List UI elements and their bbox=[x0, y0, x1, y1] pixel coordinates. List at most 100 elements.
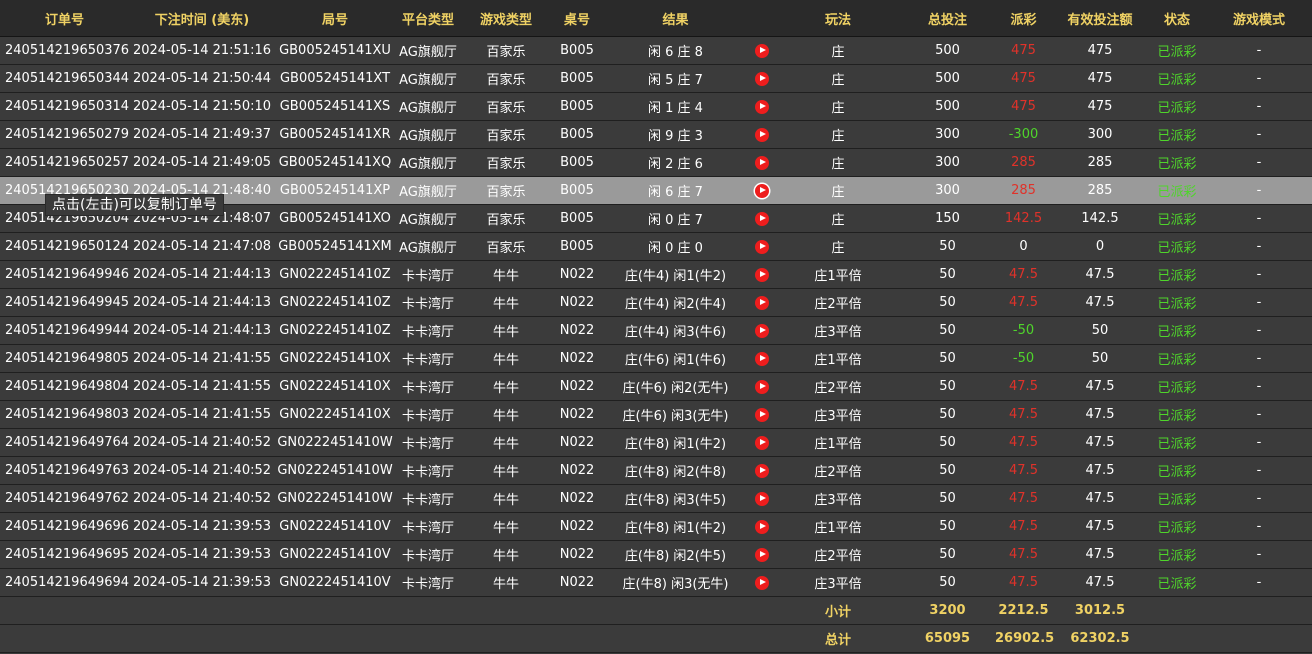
table-row[interactable]: 240514219650344 2024-05-14 21:50:44 GB0052… bbox=[0, 64, 1312, 93]
table-no-cell: N022 bbox=[551, 568, 603, 597]
table-row[interactable]: 240514219649944 2024-05-14 21:44:13 GN0222… bbox=[0, 316, 1312, 345]
order-no-cell[interactable]: 240514219649803 bbox=[0, 400, 129, 429]
play-replay-icon[interactable] bbox=[755, 239, 769, 254]
play-replay-icon[interactable] bbox=[755, 351, 769, 366]
table-row[interactable]: 240514219649804 2024-05-14 21:41:55 GN0222… bbox=[0, 372, 1312, 401]
replay-cell bbox=[748, 484, 776, 513]
table-row[interactable]: 240514219649805 2024-05-14 21:41:55 GN0222… bbox=[0, 344, 1312, 373]
play-replay-icon[interactable] bbox=[755, 183, 769, 198]
result-cell: 闲 6 庄 8 bbox=[603, 36, 748, 65]
order-no-cell[interactable]: 240514219649762 bbox=[0, 484, 129, 513]
play-replay-icon[interactable] bbox=[755, 519, 769, 534]
order-no-cell[interactable]: 240514219650279 bbox=[0, 120, 129, 149]
order-no-cell[interactable]: 240514219650124 bbox=[0, 232, 129, 261]
replay-cell bbox=[748, 344, 776, 373]
play-replay-icon[interactable] bbox=[755, 407, 769, 422]
play-replay-icon[interactable] bbox=[755, 463, 769, 478]
result-cell: 庄(牛8) 闲2(牛5) bbox=[603, 540, 748, 569]
order-no-cell[interactable]: 240514219649695 bbox=[0, 540, 129, 569]
table-row[interactable]: 240514219650314 2024-05-14 21:50:10 GB0052… bbox=[0, 92, 1312, 121]
game-mode-cell: - bbox=[1206, 36, 1312, 65]
bet-time-cell: 2024-05-14 21:40:52 bbox=[129, 484, 275, 513]
table-row[interactable]: 240514219649762 2024-05-14 21:40:52 GN0222… bbox=[0, 484, 1312, 513]
play-replay-icon[interactable] bbox=[755, 575, 769, 590]
game-mode-cell: - bbox=[1206, 288, 1312, 317]
order-no-cell[interactable]: 240514219649945 bbox=[0, 288, 129, 317]
platform-cell: 卡卡湾厅 bbox=[395, 344, 461, 373]
table-row[interactable]: 240514219649803 2024-05-14 21:41:55 GN0222… bbox=[0, 400, 1312, 429]
play-replay-icon[interactable] bbox=[755, 379, 769, 394]
play-replay-icon[interactable] bbox=[755, 43, 769, 58]
table-row[interactable]: 240514219649945 2024-05-14 21:44:13 GN0222… bbox=[0, 288, 1312, 317]
order-no-cell[interactable]: 240514219649804 bbox=[0, 372, 129, 401]
platform-cell: 卡卡湾厅 bbox=[395, 260, 461, 289]
game-mode-cell: - bbox=[1206, 260, 1312, 289]
order-no-cell[interactable]: 240514219650344 bbox=[0, 64, 129, 93]
table-row[interactable]: 240514219649696 2024-05-14 21:39:53 GN0222… bbox=[0, 512, 1312, 541]
valid-bet-cell: 475 bbox=[1052, 92, 1148, 121]
col-header-bet-option: 玩法 bbox=[776, 0, 900, 37]
status-cell: 已派彩 bbox=[1148, 120, 1206, 149]
valid-bet-cell: 47.5 bbox=[1052, 260, 1148, 289]
table-row[interactable]: 240514219650279 2024-05-14 21:49:37 GB0052… bbox=[0, 120, 1312, 149]
order-no-cell[interactable]: 240514219650376 bbox=[0, 36, 129, 65]
order-no-cell[interactable]: 240514219649696 bbox=[0, 512, 129, 541]
replay-cell bbox=[748, 288, 776, 317]
table-row[interactable]: 240514219649764 2024-05-14 21:40:52 GN0222… bbox=[0, 428, 1312, 457]
table-row[interactable]: 240514219650376 2024-05-14 21:51:16 GB0052… bbox=[0, 36, 1312, 65]
total-bet-cell: 500 bbox=[900, 92, 995, 121]
play-replay-icon[interactable] bbox=[755, 435, 769, 450]
game-mode-cell: - bbox=[1206, 148, 1312, 177]
play-replay-icon[interactable] bbox=[755, 547, 769, 562]
status-cell: 已派彩 bbox=[1148, 512, 1206, 541]
replay-cell bbox=[748, 36, 776, 65]
table-row[interactable]: 240514219650124 2024-05-14 21:47:08 GB0052… bbox=[0, 232, 1312, 261]
table-row[interactable]: 240514219650257 2024-05-14 21:49:05 GB0052… bbox=[0, 148, 1312, 177]
result-cell: 庄(牛6) 闲1(牛6) bbox=[603, 344, 748, 373]
status-cell: 已派彩 bbox=[1148, 260, 1206, 289]
round-no-cell: GN0222451410V bbox=[275, 540, 395, 569]
order-no-cell[interactable]: 240514219649946 bbox=[0, 260, 129, 289]
play-replay-icon[interactable] bbox=[755, 267, 769, 282]
bet-option-cell: 庄3平倍 bbox=[776, 568, 900, 597]
payout-cell: 475 bbox=[995, 36, 1052, 65]
status-cell: 已派彩 bbox=[1148, 204, 1206, 233]
order-no-cell[interactable]: 240514219649763 bbox=[0, 456, 129, 485]
play-replay-icon[interactable] bbox=[755, 71, 769, 86]
game-type-cell: 百家乐 bbox=[461, 120, 551, 149]
play-replay-icon[interactable] bbox=[755, 295, 769, 310]
status-cell: 已派彩 bbox=[1148, 428, 1206, 457]
order-no-cell[interactable]: 240514219650257 bbox=[0, 148, 129, 177]
play-replay-icon[interactable] bbox=[755, 155, 769, 170]
table-row[interactable]: 240514219649694 2024-05-14 21:39:53 GN0222… bbox=[0, 568, 1312, 597]
total-bet-cell: 50 bbox=[900, 484, 995, 513]
bet-option-cell: 庄2平倍 bbox=[776, 288, 900, 317]
status-cell: 已派彩 bbox=[1148, 64, 1206, 93]
order-no-cell[interactable]: 240514219649764 bbox=[0, 428, 129, 457]
col-header-order-no: 订单号 bbox=[0, 0, 129, 37]
replay-cell bbox=[748, 64, 776, 93]
payout-cell: -50 bbox=[995, 344, 1052, 373]
play-replay-icon[interactable] bbox=[755, 99, 769, 114]
play-replay-icon[interactable] bbox=[755, 323, 769, 338]
order-no-cell[interactable]: 240514219649694 bbox=[0, 568, 129, 597]
game-mode-cell: - bbox=[1206, 232, 1312, 261]
table-body: 240514219650376 2024-05-14 21:51:16 GB0052… bbox=[0, 36, 1312, 597]
table-row[interactable]: 240514219649695 2024-05-14 21:39:53 GN0222… bbox=[0, 540, 1312, 569]
col-header-round-no: 局号 bbox=[275, 0, 395, 37]
play-replay-icon[interactable] bbox=[755, 211, 769, 226]
replay-cell bbox=[748, 176, 776, 205]
bet-option-cell: 庄 bbox=[776, 232, 900, 261]
order-no-cell[interactable]: 240514219650314 bbox=[0, 92, 129, 121]
play-replay-icon[interactable] bbox=[755, 127, 769, 142]
table-row[interactable]: 240514219649763 2024-05-14 21:40:52 GN0222… bbox=[0, 456, 1312, 485]
order-no-cell[interactable]: 240514219649944 bbox=[0, 316, 129, 345]
play-replay-icon[interactable] bbox=[755, 491, 769, 506]
bet-option-cell: 庄2平倍 bbox=[776, 456, 900, 485]
payout-cell: -50 bbox=[995, 316, 1052, 345]
table-row[interactable]: 240514219649946 2024-05-14 21:44:13 GN0222… bbox=[0, 260, 1312, 289]
bet-time-cell: 2024-05-14 21:44:13 bbox=[129, 260, 275, 289]
order-no-cell[interactable]: 240514219649805 bbox=[0, 344, 129, 373]
round-no-cell: GN0222451410W bbox=[275, 456, 395, 485]
result-cell: 庄(牛6) 闲2(无牛) bbox=[603, 372, 748, 401]
